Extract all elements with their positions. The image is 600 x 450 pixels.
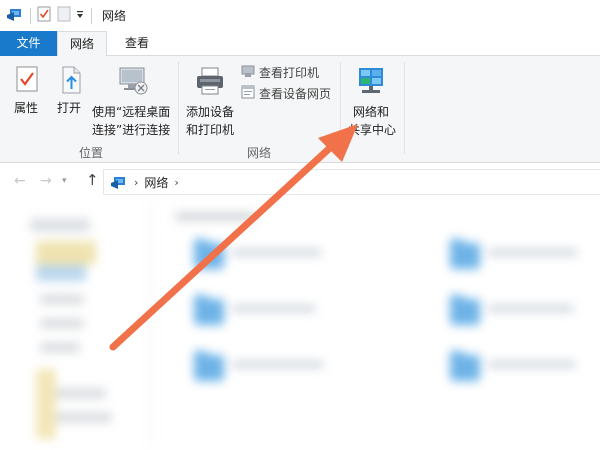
ribbon-tabs: 文件 网络 查看 [0,31,600,57]
title-bar: 网络 [0,0,600,31]
forward-arrow-icon[interactable]: → [40,173,52,189]
tab-network[interactable]: 网络 [57,31,107,57]
up-arrow-icon[interactable]: ↑ [86,171,99,189]
file-list-area [0,199,600,450]
group-label-network: 网络 [246,146,271,160]
quick-access-toolbar [6,0,98,31]
add-devices-label-line1: 添加设备 [186,105,235,119]
properties-label: 属性 [14,101,39,115]
network-sharing-center-label-line1: 网络和 [353,105,390,119]
window-title: 网络 [102,9,127,23]
address-bar: ← → ▾ ↑ › 网络 › [0,165,600,199]
tab-file[interactable]: 文件 [0,31,57,56]
breadcrumb-chevron-icon[interactable]: › [174,176,178,189]
remote-desktop-label-line2: 连接”进行连接 [92,123,171,137]
group-label-location: 位置 [78,146,103,160]
remote-desktop-icon [117,64,149,99]
breadcrumb-network[interactable]: 网络 [144,174,168,191]
separator [30,7,31,24]
open-icon [59,66,83,97]
device-webpage-icon [241,85,255,102]
group-separator [404,62,405,154]
recent-dropdown-icon[interactable]: ▾ [62,176,67,186]
view-printers-button[interactable]: 查看打印机 [241,63,319,81]
add-devices-label-line2: 和打印机 [186,123,235,137]
network-location-icon [110,174,128,190]
open-button[interactable]: 打开 [52,62,90,134]
properties-icon [16,66,38,95]
printer-icon [195,66,225,99]
view-printers-icon [241,64,255,81]
view-device-webpage-button[interactable]: 查看设备网页 [241,84,331,102]
remote-desktop-label-line1: 使用“远程桌面 [92,105,171,119]
view-device-webpage-label: 查看设备网页 [259,86,332,101]
network-sharing-center-icon [357,66,385,99]
network-window-icon [6,6,24,25]
group-separator [340,62,341,154]
group-separator [178,62,179,154]
new-folder-icon[interactable] [57,6,71,25]
network-sharing-center-button[interactable]: 网络和 共享中心 [346,62,400,142]
view-printers-label: 查看打印机 [259,65,320,80]
properties-button[interactable]: 属性 [8,62,46,134]
properties-icon[interactable] [37,6,51,25]
network-sharing-center-label-line2: 共享中心 [348,123,397,137]
add-devices-printers-button[interactable]: 添加设备 和打印机 [184,62,238,142]
ribbon: 属性 打开 使用“远程桌面 连接”进行连接 位置 添加设备 和打印机 查看打印机… [0,56,600,163]
customize-dropdown-icon[interactable] [75,9,85,23]
open-label: 打开 [57,101,82,115]
separator [91,7,92,24]
remote-desktop-button[interactable]: 使用“远程桌面 连接”进行连接 [92,62,174,142]
address-path-box[interactable]: › 网络 › [103,169,600,195]
breadcrumb-chevron-icon[interactable]: › [134,176,138,189]
tab-view[interactable]: 查看 [112,31,162,56]
back-arrow-icon[interactable]: ← [14,173,26,189]
blurred-content [0,199,600,450]
